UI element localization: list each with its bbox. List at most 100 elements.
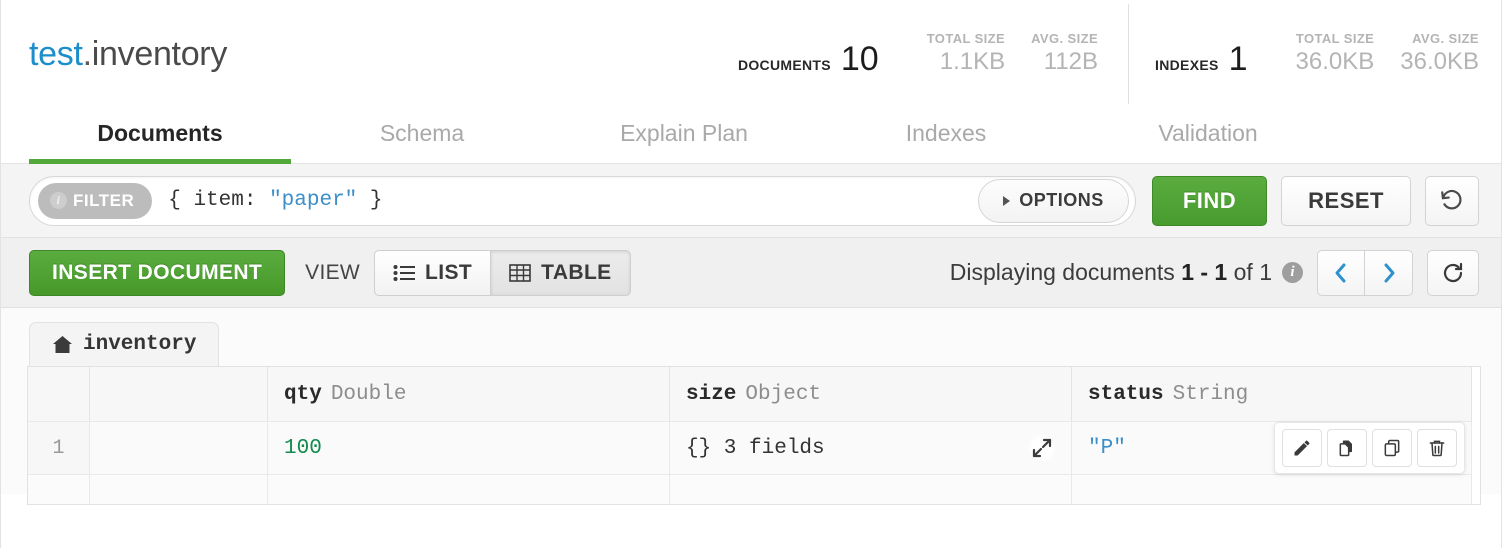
cell-qty[interactable]: 100 xyxy=(268,421,670,474)
table-row[interactable]: 1 100 {} 3 fields "P" xyxy=(28,421,1480,474)
indexes-avg-size-label: AVG. SIZE xyxy=(1400,30,1479,48)
documents-total-size: TOTAL SIZE 1.1KB xyxy=(901,30,1005,75)
query-string-value: "paper" xyxy=(269,189,357,212)
row-number-cell: 1 xyxy=(28,421,90,474)
cell-qty-value: 100 xyxy=(284,437,322,460)
filter-query-text[interactable]: { item: "paper" } xyxy=(168,189,382,212)
copy-icon xyxy=(1382,438,1402,458)
view-mode-table-button[interactable]: TABLE xyxy=(491,250,630,296)
find-button[interactable]: FIND xyxy=(1152,176,1267,226)
previous-page-button[interactable] xyxy=(1317,250,1365,296)
tab-validation-label: Validation xyxy=(1158,120,1257,147)
namespace-separator: . xyxy=(83,35,92,73)
documents-grid: qty Double size Object status String 1 xyxy=(27,366,1481,505)
filter-badge-label: FILTER xyxy=(73,191,134,211)
info-icon: i xyxy=(50,192,67,209)
displaying-prefix: Displaying documents xyxy=(950,259,1175,285)
pagination-nav-group xyxy=(1317,250,1413,296)
expand-icon[interactable] xyxy=(1027,433,1057,463)
delete-document-button[interactable] xyxy=(1417,429,1457,467)
next-page-button[interactable] xyxy=(1365,250,1413,296)
view-mode-list-label: LIST xyxy=(425,261,472,285)
stats-divider xyxy=(1128,4,1129,104)
tab-indexes[interactable]: Indexes xyxy=(815,108,1077,163)
breadcrumb: inventory xyxy=(27,322,1481,366)
grid-header-select xyxy=(90,367,268,421)
breadcrumb-item-inventory[interactable]: inventory xyxy=(29,322,219,366)
row-select-cell[interactable] xyxy=(90,421,268,474)
indexes-avg-size-value: 36.0KB xyxy=(1400,48,1479,76)
documents-total-size-label: TOTAL SIZE xyxy=(927,30,1005,48)
history-icon xyxy=(1439,188,1465,214)
copy-document-button[interactable] xyxy=(1372,429,1412,467)
tab-documents-label: Documents xyxy=(97,120,222,147)
table-row-partial[interactable] xyxy=(28,474,1480,504)
trash-icon xyxy=(1427,438,1447,458)
view-mode-group: LIST TABLE xyxy=(374,250,631,296)
view-mode-table-label: TABLE xyxy=(541,261,611,285)
displaying-range: 1 - 1 xyxy=(1181,259,1227,285)
documents-avg-size-label: AVG. SIZE xyxy=(1031,30,1098,48)
query-options-button[interactable]: OPTIONS xyxy=(978,179,1129,223)
cell-status-value: "P" xyxy=(1088,437,1126,460)
tab-schema[interactable]: Schema xyxy=(291,108,553,163)
refresh-icon xyxy=(1441,261,1465,285)
documents-count-value: 10 xyxy=(841,42,879,76)
edit-document-button[interactable] xyxy=(1282,429,1322,467)
tab-explain-plan[interactable]: Explain Plan xyxy=(553,108,815,163)
row-select-cell-2[interactable] xyxy=(90,474,268,504)
grid-header-status[interactable]: status String xyxy=(1072,367,1472,421)
namespace-database: test xyxy=(29,35,83,73)
query-prefix: { item: xyxy=(168,189,269,212)
documents-table-area: inventory qty Double size Object status … xyxy=(1,308,1501,494)
cell-size[interactable]: {} 3 fields xyxy=(670,421,1072,474)
tab-explain-plan-label: Explain Plan xyxy=(620,120,748,147)
grid-header-size[interactable]: size Object xyxy=(670,367,1072,421)
pagination-area: Displaying documents 1 - 1 of 1 i xyxy=(950,250,1479,296)
documents-toolbar: INSERT DOCUMENT VIEW LIST TAB xyxy=(1,238,1501,308)
row-number: 1 xyxy=(52,437,64,460)
table-icon xyxy=(509,263,531,283)
namespace-collection: inventory xyxy=(92,35,227,73)
grid-header-qty[interactable]: qty Double xyxy=(268,367,670,421)
cell-status[interactable]: "P" xyxy=(1072,421,1472,474)
clone-document-button[interactable] xyxy=(1327,429,1367,467)
grid-header-status-type: String xyxy=(1173,383,1249,406)
filter-input-wrapper[interactable]: i FILTER { item: "paper" } OPTIONS xyxy=(29,176,1136,226)
grid-header-status-name: status xyxy=(1088,383,1164,406)
chevron-right-icon xyxy=(1382,262,1396,284)
chevron-right-icon xyxy=(1003,196,1010,206)
refresh-documents-button[interactable] xyxy=(1427,250,1479,296)
reset-button[interactable]: RESET xyxy=(1281,176,1411,226)
tab-documents[interactable]: Documents xyxy=(29,108,291,163)
documents-stats-group: DOCUMENTS 10 TOTAL SIZE 1.1KB AVG. SIZE … xyxy=(738,30,1098,77)
cell-status-2[interactable] xyxy=(1072,474,1472,504)
view-mode-list-button[interactable]: LIST xyxy=(374,250,491,296)
pagination-info-icon[interactable]: i xyxy=(1282,262,1303,283)
query-history-button[interactable] xyxy=(1425,176,1479,226)
documents-count: DOCUMENTS 10 xyxy=(738,42,901,76)
indexes-count-label: INDEXES xyxy=(1155,57,1219,73)
grid-header-row: qty Double size Object status String xyxy=(28,367,1480,421)
grid-header-qty-name: qty xyxy=(284,383,322,406)
indexes-total-size-label: TOTAL SIZE xyxy=(1296,30,1375,48)
tab-validation[interactable]: Validation xyxy=(1077,108,1339,163)
home-icon xyxy=(52,335,73,354)
collection-tabs: Documents Schema Explain Plan Indexes Va… xyxy=(1,108,1501,164)
grid-header-size-type: Object xyxy=(745,383,821,406)
cell-size-2[interactable] xyxy=(670,474,1072,504)
query-options-label: OPTIONS xyxy=(1019,190,1104,211)
documents-total-size-value: 1.1KB xyxy=(927,48,1005,76)
query-suffix: } xyxy=(357,189,382,212)
indexes-total-size: TOTAL SIZE 36.0KB xyxy=(1270,30,1375,75)
pencil-icon xyxy=(1292,438,1312,458)
filter-badge[interactable]: i FILTER xyxy=(38,183,152,219)
indexes-total-size-value: 36.0KB xyxy=(1296,48,1375,76)
cell-qty-2[interactable] xyxy=(268,474,670,504)
cell-size-value: {} 3 fields xyxy=(686,437,825,460)
displaying-suffix: of 1 xyxy=(1234,259,1272,285)
indexes-stats-group: INDEXES 1 TOTAL SIZE 36.0KB AVG. SIZE 36… xyxy=(1155,30,1479,77)
documents-count-label: DOCUMENTS xyxy=(738,57,831,73)
list-icon xyxy=(393,264,415,282)
insert-document-button[interactable]: INSERT DOCUMENT xyxy=(29,250,285,296)
